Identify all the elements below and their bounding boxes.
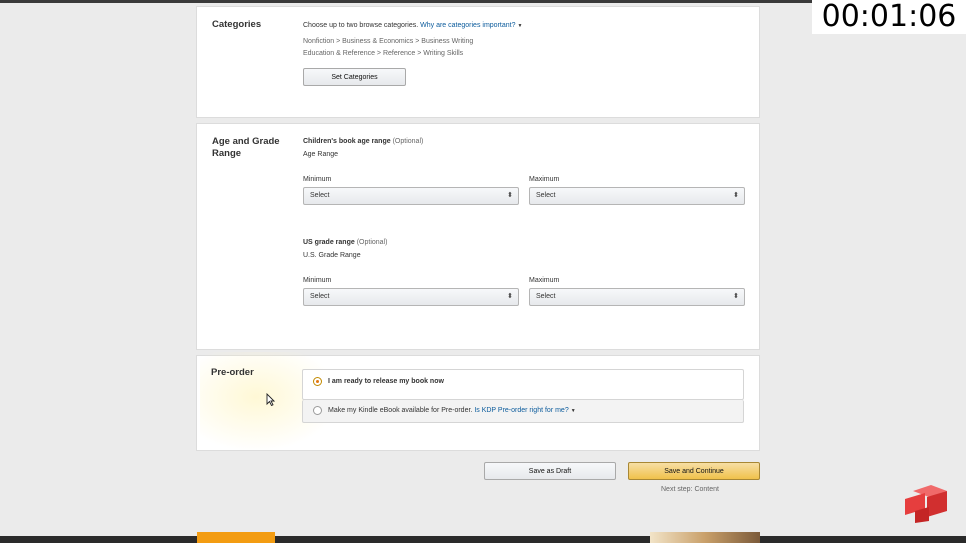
preorder-title: Pre-order [211, 367, 254, 378]
set-categories-button[interactable]: Set Categories [303, 68, 406, 86]
radio-unselected-icon[interactable] [313, 406, 322, 415]
category-item-2: Education & Reference > Reference > Writ… [303, 50, 464, 57]
select-arrows-icon: ⬍ [733, 192, 739, 199]
childrens-age-label: Children's book age range (Optional) [303, 138, 423, 145]
bottom-orange-bar [197, 532, 275, 543]
us-grade-label: US grade range (Optional) [303, 239, 387, 246]
timer-overlay: 00:01:06 [812, 0, 966, 34]
age-max-select[interactable]: Select ⬍ [529, 187, 745, 205]
select-arrows-icon: ⬍ [507, 192, 513, 199]
grade-min-select-value: Select [310, 293, 330, 300]
childrens-age-optional: (Optional) [392, 138, 424, 145]
save-as-draft-button[interactable]: Save as Draft [484, 462, 616, 480]
grade-max-select-value: Select [536, 293, 556, 300]
age-range-sublabel: Age Range [303, 151, 339, 158]
categories-section: Categories Choose up to two browse categ… [196, 6, 760, 118]
age-grade-title-line1: Age and Grade [212, 136, 280, 147]
mouse-cursor-icon [266, 393, 275, 406]
caret-down-icon[interactable]: ▼ [517, 23, 522, 29]
categories-intro-text: Choose up to two browse categories. [303, 22, 419, 29]
preorder-option-2-label: Make my Kindle eBook available for Pre-o… [328, 407, 576, 414]
age-min-select[interactable]: Select ⬍ [303, 187, 519, 205]
age-min-select-value: Select [310, 192, 330, 199]
us-grade-optional: (Optional) [356, 239, 388, 246]
us-grade-sublabel: U.S. Grade Range [303, 252, 361, 259]
age-max-label: Maximum [529, 176, 560, 183]
preorder-option-1[interactable]: I am ready to release my book now [302, 369, 744, 400]
next-step-label: Next step: Content [661, 486, 719, 493]
preorder-option-2-text: Make my Kindle eBook available for Pre-o… [328, 407, 473, 414]
grade-max-label: Maximum [529, 277, 560, 284]
logo-icon [905, 485, 947, 523]
categories-intro: Choose up to two browse categories. Why … [303, 22, 522, 29]
grade-min-label: Minimum [303, 277, 332, 284]
preorder-option-1-label: I am ready to release my book now [328, 378, 444, 385]
age-max-select-value: Select [536, 192, 556, 199]
bottom-strip [0, 536, 966, 543]
select-arrows-icon: ⬍ [733, 293, 739, 300]
us-grade-label-text: US grade range [303, 239, 355, 246]
preorder-help-link[interactable]: Is KDP Pre-order right for me? [474, 407, 568, 414]
categories-help-link[interactable]: Why are categories important? [420, 22, 515, 29]
category-item-1: Nonfiction > Business & Economics > Busi… [303, 38, 474, 45]
grade-max-select[interactable]: Select ⬍ [529, 288, 745, 306]
bottom-image-strip [650, 532, 760, 543]
age-min-label: Minimum [303, 176, 332, 183]
preorder-option-2[interactable]: Make my Kindle eBook available for Pre-o… [302, 400, 744, 423]
childrens-age-label-text: Children's book age range [303, 138, 391, 145]
select-arrows-icon: ⬍ [507, 293, 513, 300]
grade-min-select[interactable]: Select ⬍ [303, 288, 519, 306]
age-grade-title: Age and Grade Range [212, 136, 280, 160]
age-grade-title-line2: Range [212, 148, 242, 159]
age-grade-section: Age and Grade Range Children's book age … [196, 123, 760, 350]
caret-down-icon[interactable]: ▼ [571, 408, 576, 414]
categories-title: Categories [212, 19, 262, 30]
radio-selected-icon[interactable] [313, 377, 322, 386]
save-and-continue-button[interactable]: Save and Continue [628, 462, 760, 480]
